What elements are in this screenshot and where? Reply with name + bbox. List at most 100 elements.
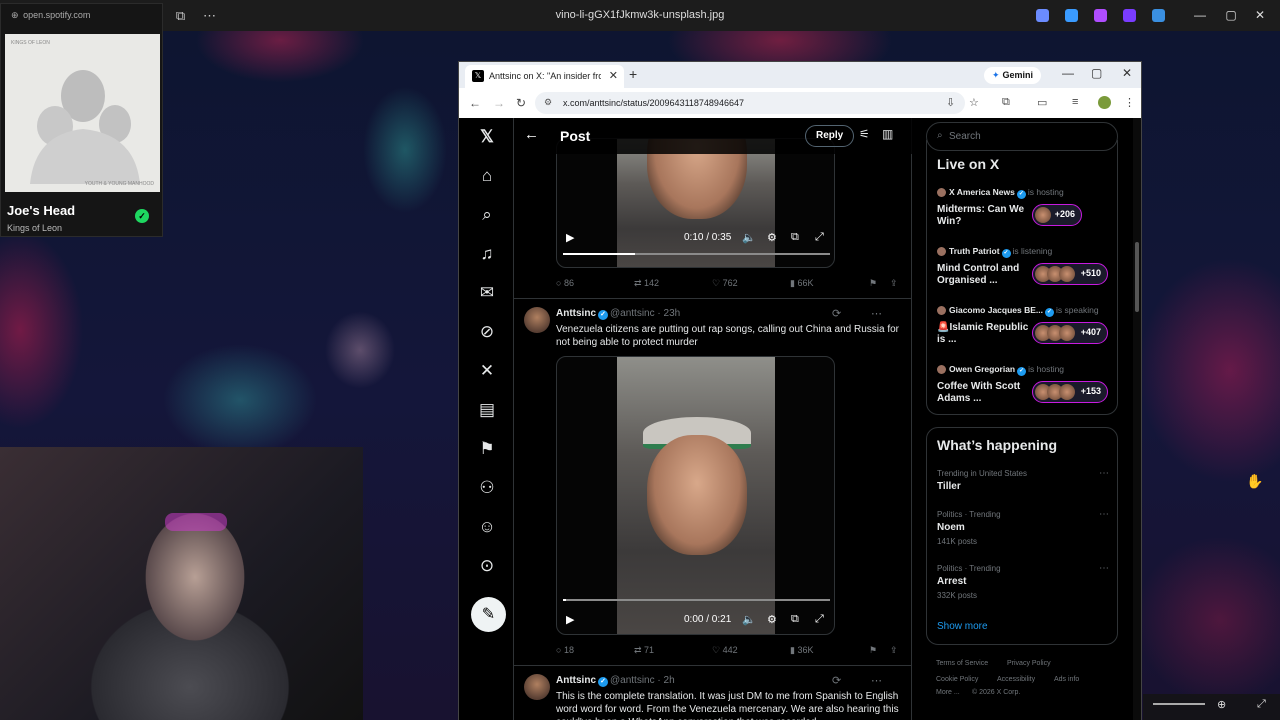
live-listeners-pill[interactable]: +510	[1032, 263, 1108, 285]
ads-info-link[interactable]: Ads info	[1054, 676, 1079, 683]
x-home-logo-icon[interactable]: 𝕏	[476, 126, 498, 148]
minimize-button[interactable]: —	[1190, 7, 1210, 23]
trend-name[interactable]: Tiller	[937, 481, 961, 492]
app-purple-icon[interactable]	[1094, 9, 1107, 22]
bookmark-icon[interactable]: ⚑	[869, 278, 877, 289]
tab-search-icon[interactable]: ▭	[1037, 96, 1047, 109]
share-icon[interactable]: ⇪	[890, 278, 898, 289]
more-link[interactable]: More ...	[936, 689, 960, 696]
browser-close-button[interactable]: ✕	[1122, 66, 1132, 80]
bookmark-star-icon[interactable]: ☆	[969, 96, 979, 109]
grok-explain-icon[interactable]: ⟳	[832, 674, 841, 687]
fullscreen-icon[interactable]: ⤢	[815, 231, 824, 244]
app-blue-icon[interactable]	[1065, 9, 1078, 22]
trend-more-icon[interactable]: ⋯	[1099, 563, 1109, 574]
premium-x-icon[interactable]: ✕	[476, 360, 498, 382]
bookmarks-icon[interactable]: ⚑	[476, 438, 498, 460]
profile-icon[interactable]: ☺	[476, 516, 498, 538]
scrollbar[interactable]	[1133, 118, 1141, 720]
avatar[interactable]	[524, 307, 550, 333]
bookmark-icon[interactable]: ⚑	[869, 645, 877, 656]
back-arrow-icon[interactable]: ←	[524, 126, 539, 143]
live-listeners-pill[interactable]: +206	[1032, 204, 1082, 226]
video-progress-bar[interactable]	[563, 599, 830, 601]
more-options-icon[interactable]: ⊙	[476, 555, 498, 577]
browser-maximize-button[interactable]: ▢	[1091, 66, 1102, 80]
liked-check-icon[interactable]: ✓	[135, 209, 149, 223]
tab-active[interactable]: 𝕏 Anttsinc on X: "An insider from ✕	[465, 65, 624, 88]
reload-icon[interactable]: ↻	[516, 96, 526, 110]
views-action[interactable]: ▮ 36K	[790, 645, 813, 656]
like-action[interactable]: ♡ 442	[712, 645, 738, 656]
play-icon[interactable]: ▶	[566, 613, 574, 626]
gemini-button[interactable]: ✦ Gemini	[984, 67, 1042, 84]
grok-explain-icon[interactable]: ⟳	[832, 307, 841, 320]
repost-action[interactable]: ⇄ 71	[634, 645, 654, 656]
reply-action[interactable]: ○ 86	[556, 278, 574, 288]
fullscreen-icon[interactable]: ⤢	[815, 613, 824, 626]
accessibility-link[interactable]: Accessibility	[997, 676, 1035, 683]
zoom-in-icon[interactable]: ⊕	[1217, 698, 1226, 711]
copilot-icon[interactable]	[1036, 9, 1049, 22]
volume-icon[interactable]: 🔈	[742, 613, 756, 626]
pip-icon[interactable]: ⧉	[791, 613, 799, 626]
live-listeners-pill[interactable]: +407	[1032, 322, 1108, 344]
trend-more-icon[interactable]: ⋯	[1099, 468, 1109, 479]
repost-action[interactable]: ⇄ 142	[634, 278, 659, 289]
volume-icon[interactable]: 🔈	[742, 231, 756, 244]
close-button[interactable]: ✕	[1250, 7, 1270, 23]
trend-name[interactable]: Arrest	[937, 576, 966, 587]
trend-name[interactable]: Noem	[937, 522, 965, 533]
cloud-icon[interactable]	[1152, 9, 1165, 22]
tab-close-icon[interactable]: ✕	[609, 69, 618, 82]
url-text[interactable]: x.com/anttsinc/status/200964311874894664…	[563, 98, 744, 108]
filter-sliders-icon[interactable]: ⚟	[859, 127, 870, 141]
tweet-more-icon[interactable]: ⋯	[871, 307, 882, 320]
trend-more-icon[interactable]: ⋯	[1099, 509, 1109, 520]
browser-minimize-button[interactable]: —	[1062, 66, 1074, 80]
live-listeners-pill[interactable]: +153	[1032, 381, 1108, 403]
live-host[interactable]: Giacomo Jacques BE... ✓ is speaking	[937, 305, 1099, 317]
install-app-icon[interactable]: ⇩	[946, 96, 955, 109]
compose-post-button[interactable]: ✎	[471, 597, 506, 632]
live-title[interactable]: Mind Control and Organised ...	[937, 263, 1032, 287]
media-control-icon[interactable]: ≡	[1072, 96, 1078, 108]
live-title[interactable]: Coffee With Scott Adams ...	[937, 381, 1032, 405]
live-host[interactable]: X America News ✓ is hosting	[937, 187, 1064, 199]
spotify-mini-player[interactable]: ⊕ open.spotify.com KINGS OF LEON YOUTH &…	[0, 3, 163, 237]
profile-avatar[interactable]	[1098, 96, 1111, 109]
messages-mail-icon[interactable]: ✉	[476, 282, 498, 304]
live-host[interactable]: Truth Patriot ✓ is listening	[937, 246, 1052, 258]
tweet-3-author[interactable]: Anttsinc ✓ @anttsinc · 2h	[556, 675, 675, 687]
terms-link[interactable]: Terms of Service	[936, 660, 988, 667]
home-icon[interactable]: ⌂	[476, 165, 498, 187]
fullscreen-icon[interactable]: ⤢	[1257, 698, 1266, 711]
settings-gear-icon[interactable]: ⚙	[767, 613, 777, 626]
settings-gear-icon[interactable]: ⚙	[767, 231, 777, 244]
tweet-more-icon[interactable]: ⋯	[871, 674, 882, 687]
avatar[interactable]	[524, 674, 550, 700]
reply-action[interactable]: ○ 18	[556, 645, 574, 655]
extensions-icon[interactable]: ⧉	[1002, 96, 1010, 109]
lists-icon[interactable]: ▤	[476, 399, 498, 421]
views-action[interactable]: ▮ 66K	[790, 278, 813, 289]
site-info-icon[interactable]: ⚙	[544, 97, 552, 108]
forward-icon[interactable]: →	[493, 96, 505, 110]
reader-view-icon[interactable]: ▥	[882, 127, 893, 141]
like-action[interactable]: ♡ 762	[712, 278, 738, 289]
share-icon[interactable]: ⇪	[890, 645, 898, 656]
tweet-video-2[interactable]: ▶ 0:00 / 0:21 🔈 ⚙ ⧉ ⤢	[556, 356, 835, 635]
privacy-link[interactable]: Privacy Policy	[1007, 660, 1051, 667]
reply-button[interactable]: Reply	[805, 125, 855, 147]
play-icon[interactable]: ▶	[566, 231, 574, 244]
zoom-slider[interactable]	[1153, 703, 1205, 705]
live-host[interactable]: Owen Gregorian ✓ is hosting	[937, 364, 1064, 376]
url-bar[interactable]: ⚙ x.com/anttsinc/status/2009643118748946…	[535, 92, 965, 114]
tweet-2-author[interactable]: Anttsinc ✓ @anttsinc · 23h	[556, 308, 680, 320]
new-tab-icon[interactable]: +	[629, 66, 637, 82]
tweet-video-1[interactable]: ▶ 0:10 / 0:35 🔈 ⚙ ⧉ ⤢	[556, 138, 835, 268]
browser-menu-icon[interactable]: ⋮	[1124, 96, 1135, 109]
pip-icon[interactable]: ⧉	[791, 231, 799, 244]
live-title[interactable]: 🚨Islamic Republic is ...	[937, 322, 1032, 346]
app-violet-icon[interactable]	[1123, 9, 1136, 22]
